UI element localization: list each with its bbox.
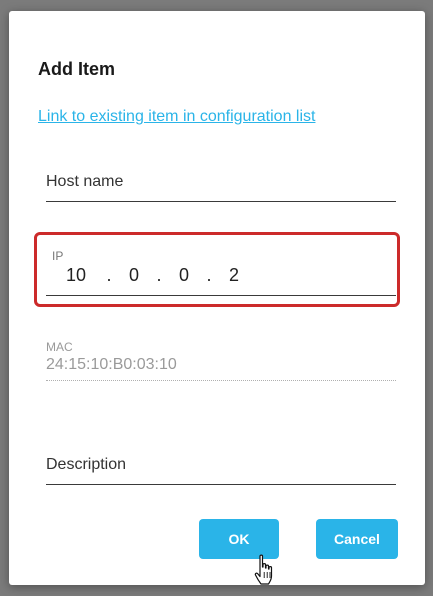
dialog-title: Add Item: [38, 59, 116, 79]
host-name-underline: [46, 201, 396, 202]
mac-underline: [46, 380, 396, 381]
ip-separator: .: [206, 264, 212, 285]
ip-field[interactable]: IP 10 . 0 . 0 . 2: [46, 249, 396, 296]
ip-octet-4[interactable]: 2: [222, 265, 246, 286]
host-name-field[interactable]: Host name: [46, 173, 396, 202]
mac-value: 24:15:10:B0:03:10: [46, 356, 177, 373]
description-placeholder: Description: [46, 456, 127, 473]
ip-octet-2[interactable]: 0: [122, 265, 146, 286]
ip-octets[interactable]: 10 . 0 . 0 . 2: [66, 263, 396, 287]
link-existing-item[interactable]: Link to existing item in configuration l…: [38, 108, 315, 126]
hand-pointer-icon: [254, 554, 273, 585]
ip-separator: .: [106, 264, 112, 285]
description-underline: [46, 484, 396, 485]
host-name-placeholder: Host name: [46, 173, 124, 190]
ip-octet-3[interactable]: 0: [172, 265, 196, 286]
description-field[interactable]: Description: [46, 456, 396, 485]
cancel-button[interactable]: Cancel: [316, 519, 398, 559]
add-item-dialog: Add Item Link to existing item in config…: [9, 11, 425, 585]
mac-label: MAC: [46, 340, 73, 354]
ok-button[interactable]: OK: [199, 519, 279, 559]
ip-separator: .: [156, 264, 162, 285]
mac-field: MAC 24:15:10:B0:03:10: [46, 340, 396, 381]
ip-underline: [46, 295, 396, 296]
ip-octet-1[interactable]: 10: [66, 265, 96, 286]
ip-label: IP: [52, 249, 64, 263]
